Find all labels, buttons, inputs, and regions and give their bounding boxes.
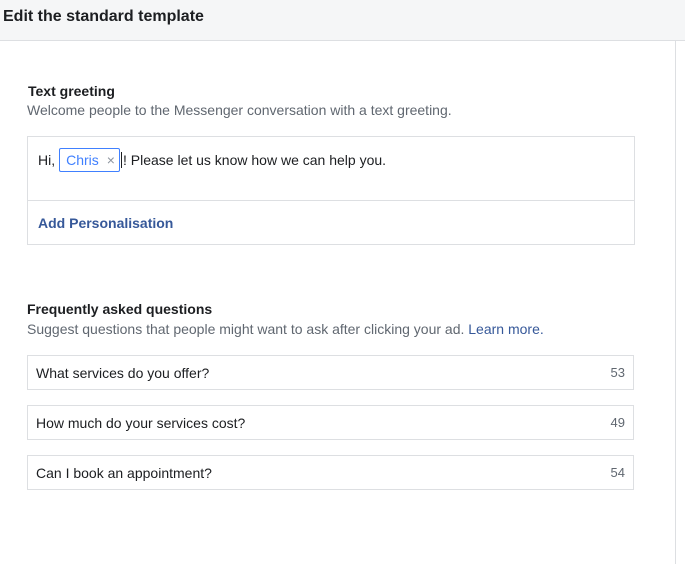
add-personalisation-button[interactable]: Add Personalisation [38, 215, 173, 231]
character-count: 53 [610, 365, 625, 380]
page-title: Edit the standard template [3, 8, 204, 25]
faq-description-text: Suggest questions that people might want… [27, 321, 465, 337]
header-bar: Edit the standard template [0, 0, 685, 41]
greeting-text-line[interactable]: Hi, Chris × ! Please let us know how we … [38, 148, 386, 172]
greeting-suffix: ! Please let us know how we can help you… [122, 152, 387, 168]
text-caret [120, 152, 122, 168]
faq-section-description: Suggest questions that people might want… [27, 321, 544, 337]
faq-question-text: What services do you offer? [36, 365, 210, 381]
greeting-section-title: Text greeting [28, 83, 115, 99]
scroll-divider [675, 41, 676, 564]
token-label: Chris [66, 152, 99, 168]
faq-question-text: How much do your services cost? [36, 415, 246, 431]
faq-question-input[interactable]: Can I book an appointment? 54 [27, 455, 634, 490]
first-name-token[interactable]: Chris × [59, 148, 120, 172]
divider [28, 200, 634, 201]
faq-question-input[interactable]: What services do you offer? 53 [27, 355, 634, 390]
character-count: 54 [610, 465, 625, 480]
greeting-editor[interactable]: Hi, Chris × ! Please let us know how we … [27, 136, 635, 245]
faq-question-text: Can I book an appointment? [36, 465, 212, 481]
character-count: 49 [610, 415, 625, 430]
greeting-section-description: Welcome people to the Messenger conversa… [27, 102, 452, 118]
faq-question-input[interactable]: How much do your services cost? 49 [27, 405, 634, 440]
faq-section-title: Frequently asked questions [27, 301, 213, 317]
learn-more-link[interactable]: Learn more. [468, 321, 543, 337]
close-icon[interactable]: × [107, 152, 115, 168]
greeting-prefix: Hi, [38, 152, 56, 168]
